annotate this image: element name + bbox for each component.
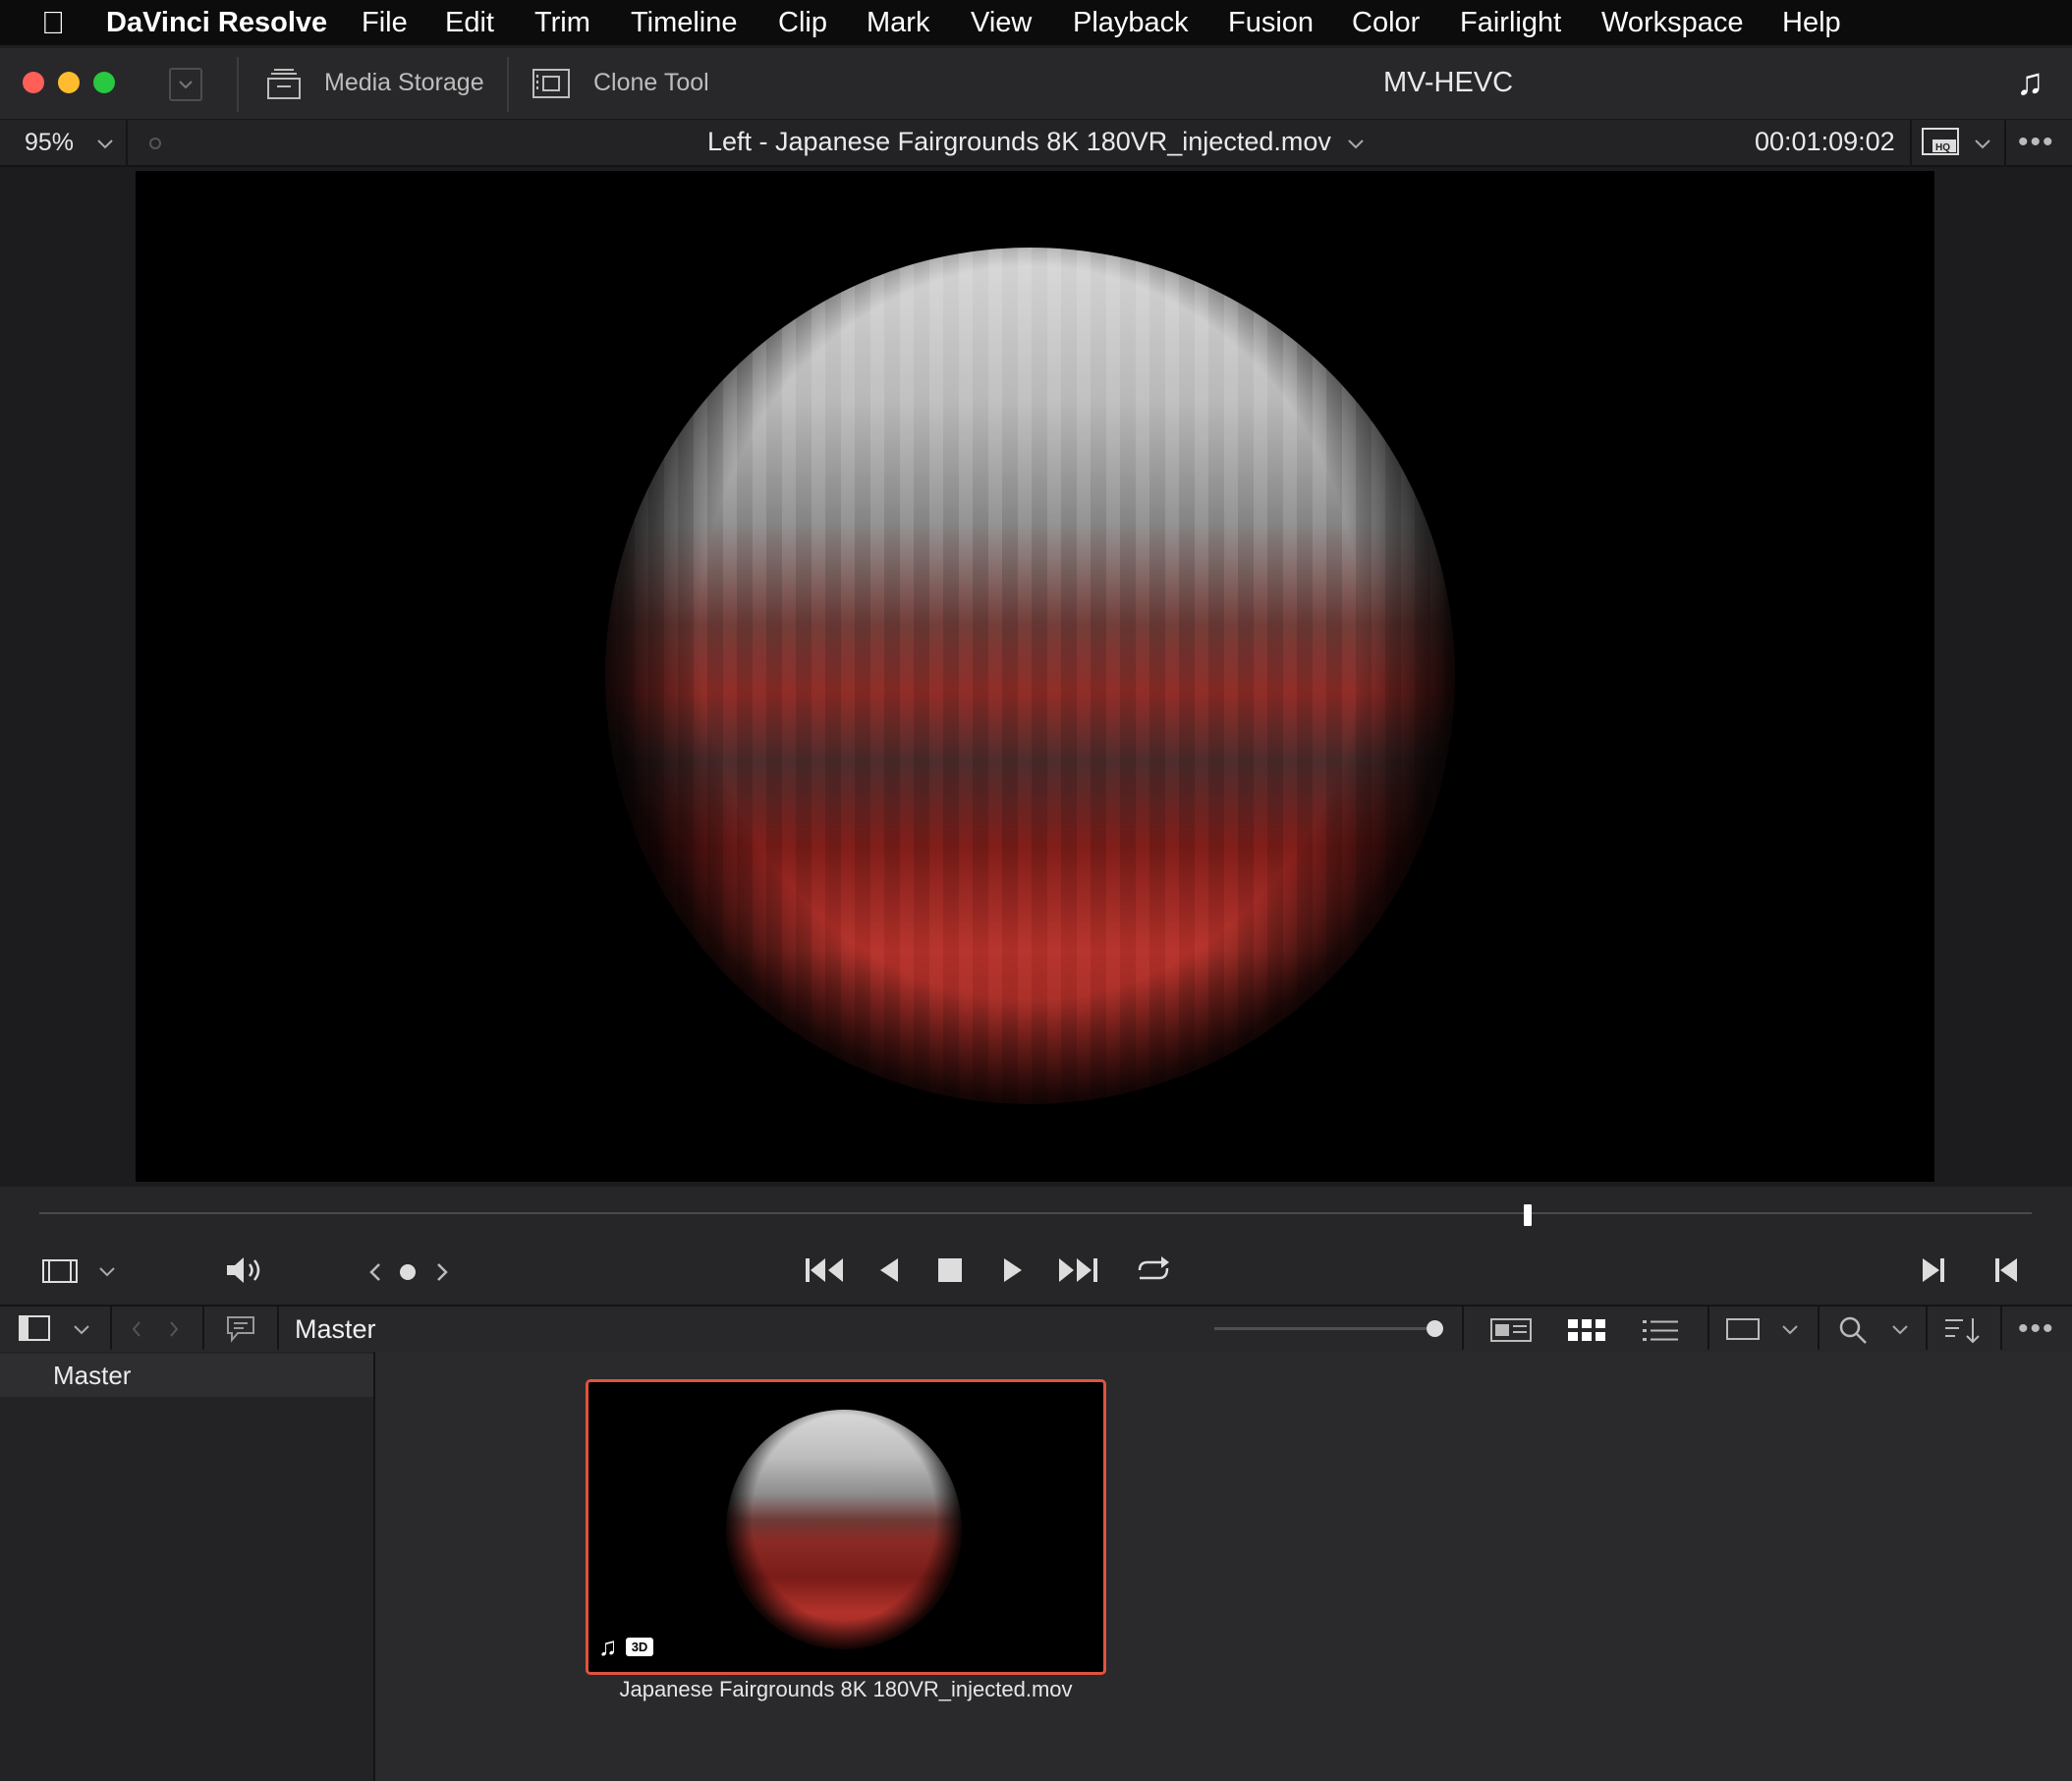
- clone-tool-button[interactable]: Clone Tool: [593, 69, 709, 97]
- bin-item-label: Master: [53, 1361, 132, 1390]
- timecode[interactable]: 00:01:09:02: [1755, 127, 1895, 157]
- menu-timeline[interactable]: Timeline: [631, 0, 738, 45]
- video-frame-image: [605, 248, 1455, 1104]
- clone-tool-icon: [532, 69, 570, 98]
- app-menu[interactable]: DaVinci Resolve: [106, 0, 327, 45]
- volume-icon[interactable]: [224, 1254, 265, 1286]
- current-bin-title: Master: [295, 1314, 376, 1344]
- metadata-view-icon[interactable]: [1489, 1316, 1533, 1344]
- menu-clip[interactable]: Clip: [778, 0, 827, 45]
- thumbnail-view-icon[interactable]: [1566, 1316, 1607, 1344]
- title-bar: [0, 48, 2072, 121]
- stereo-3d-badge: 3D: [626, 1638, 653, 1656]
- bin-list-panel: [0, 1352, 375, 1781]
- divider: [1926, 1307, 1928, 1350]
- chevron-down-icon[interactable]: [95, 1259, 119, 1283]
- play-reverse-icon[interactable]: [876, 1255, 902, 1285]
- next-edit-icon[interactable]: [1920, 1255, 1947, 1285]
- media-storage-icon: [267, 69, 301, 99]
- clip-thumbnail-image: [726, 1410, 962, 1649]
- stop-icon[interactable]: [936, 1256, 964, 1284]
- close-window-button[interactable]: [23, 72, 44, 93]
- search-icon[interactable]: [1837, 1314, 1869, 1346]
- chevron-down-icon[interactable]: [1778, 1317, 1802, 1341]
- viewer-clip-name[interactable]: Left - Japanese Fairgrounds 8K 180VR_inj…: [707, 127, 1331, 157]
- transport-bar: [0, 1187, 2072, 1305]
- chevron-down-icon[interactable]: [1888, 1317, 1912, 1341]
- menu-help[interactable]: Help: [1782, 0, 1841, 45]
- more-options-icon[interactable]: •••: [2018, 126, 2055, 159]
- zoom-level[interactable]: 95%: [25, 129, 74, 157]
- viewer-frame[interactable]: [136, 171, 1934, 1182]
- menu-color[interactable]: Color: [1352, 0, 1420, 45]
- menu-file[interactable]: File: [362, 0, 408, 45]
- menu-mark[interactable]: Mark: [867, 0, 929, 45]
- menu-view[interactable]: View: [971, 0, 1032, 45]
- playhead[interactable]: [1523, 1204, 1532, 1226]
- filmstrip-icon[interactable]: [41, 1257, 79, 1285]
- divider: [110, 1307, 112, 1350]
- menu-trim[interactable]: Trim: [534, 0, 590, 45]
- divider: [1708, 1307, 1709, 1350]
- project-title: MV-HEVC: [1383, 67, 1514, 98]
- divider: [507, 57, 509, 112]
- menu-workspace[interactable]: Workspace: [1601, 0, 1744, 45]
- media-storage-button[interactable]: Media Storage: [324, 69, 484, 97]
- menu-fusion[interactable]: Fusion: [1228, 0, 1314, 45]
- divider: [2000, 1307, 2002, 1350]
- menu-playback[interactable]: Playback: [1073, 0, 1189, 45]
- status-dot-icon: [149, 138, 161, 149]
- divider: [126, 120, 128, 165]
- panel-toggle-button[interactable]: [169, 68, 202, 101]
- bin-item-master[interactable]: Master: [0, 1354, 373, 1397]
- zoom-window-button[interactable]: [93, 72, 115, 93]
- back-forward-icon[interactable]: [126, 1317, 185, 1341]
- previous-edit-icon[interactable]: [1992, 1255, 2020, 1285]
- go-to-start-icon[interactable]: [804, 1255, 847, 1285]
- aspect-ratio-icon[interactable]: [1725, 1316, 1761, 1342]
- minimize-window-button[interactable]: [58, 72, 80, 93]
- scrubber-track[interactable]: [39, 1212, 2032, 1214]
- jog-wheel-icon[interactable]: [365, 1259, 460, 1285]
- divider: [277, 1307, 279, 1350]
- music-note-icon[interactable]: ♫: [2016, 62, 2044, 104]
- more-options-icon[interactable]: •••: [2018, 1312, 2055, 1346]
- menu-bar:  DaVinci Resolve File Edit Trim Timelin…: [0, 0, 2072, 45]
- svg-text:HQ: HQ: [1935, 142, 1950, 153]
- bin-list-toggle-icon[interactable]: [18, 1313, 51, 1343]
- sort-icon[interactable]: [1943, 1314, 1983, 1346]
- play-icon[interactable]: [1000, 1255, 1026, 1285]
- hq-monitor-icon[interactable]: HQ: [1921, 127, 1962, 158]
- menu-edit[interactable]: Edit: [445, 0, 494, 45]
- divider: [1818, 1307, 1820, 1350]
- thumbnail-size-slider[interactable]: [1214, 1327, 1438, 1330]
- slider-handle[interactable]: [1427, 1320, 1443, 1337]
- apple-menu-icon[interactable]: : [41, 0, 65, 45]
- go-to-end-icon[interactable]: [1057, 1255, 1100, 1285]
- clip-thumbnail[interactable]: ♫ 3D: [586, 1379, 1106, 1675]
- list-view-icon[interactable]: [1641, 1316, 1680, 1344]
- divider: [1462, 1307, 1464, 1350]
- divider: [2004, 120, 2006, 165]
- divider: [202, 1307, 204, 1350]
- chevron-down-icon[interactable]: [93, 132, 117, 155]
- metadata-filter-icon[interactable]: [224, 1313, 259, 1345]
- chevron-down-icon: [179, 81, 193, 89]
- menu-fairlight[interactable]: Fairlight: [1460, 0, 1561, 45]
- chevron-down-icon[interactable]: [1971, 132, 1994, 155]
- audio-icon: ♫: [598, 1632, 618, 1661]
- divider: [1910, 120, 1912, 165]
- divider: [237, 57, 239, 112]
- loop-icon[interactable]: [1132, 1252, 1175, 1286]
- chevron-down-icon[interactable]: [70, 1317, 93, 1341]
- chevron-down-icon[interactable]: [1344, 132, 1368, 155]
- clip-name[interactable]: Japanese Fairgrounds 8K 180VR_injected.m…: [586, 1677, 1106, 1702]
